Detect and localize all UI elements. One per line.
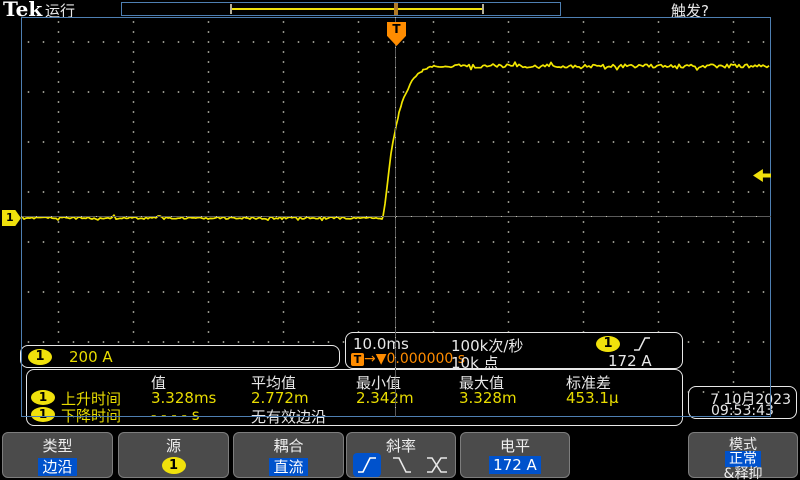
menu-button-type[interactable]: 类型 边沿: [2, 432, 113, 478]
menu-button-coupling[interactable]: 耦合 直流: [233, 432, 344, 478]
menu-coupling-label: 耦合: [234, 435, 343, 456]
meas-row2-status: 无有效边沿: [251, 406, 326, 427]
menu-type-value: 边沿: [38, 458, 76, 476]
meas-row2-name: 下降时间: [61, 405, 121, 426]
soft-menu-bar: 类型 边沿 源 1 耦合 直流 斜率: [0, 430, 800, 480]
meas-row1-value: 3.328ms: [151, 389, 216, 407]
measurement-table: 值 平均值 最小值 最大值 标准差 1 上升时间 3.328ms 2.772m …: [26, 369, 683, 426]
trigger-source-badge: 1: [596, 336, 620, 352]
trigger-t-icon: T: [351, 353, 364, 366]
time-text: 09:53:43: [711, 403, 774, 419]
menu-level-label: 电平: [461, 435, 569, 456]
menu-button-mode[interactable]: 模式 正常 &释抑: [688, 432, 798, 478]
menu-button-level[interactable]: 电平 172 A: [460, 432, 570, 478]
meas-row2-channel-badge: 1: [31, 407, 55, 422]
menu-coupling-value: 直流: [269, 458, 307, 476]
slope-both-icon[interactable]: [423, 453, 451, 477]
trigger-time-offset: T→▼0.000000 s: [351, 351, 465, 367]
channel-readout-bar: 1 200 A: [20, 345, 340, 368]
meas-row2-value: - - - - s: [151, 406, 200, 424]
oscilloscope-screen: Tek 运行 触发? T 1 1 200 A 10.0ms T→▼0.00000…: [0, 0, 800, 480]
timebase-readout-box: 10.0ms T→▼0.000000 s 100k次/秒 10k 点 1 172…: [345, 332, 683, 369]
slope-rising-icon[interactable]: [353, 453, 381, 477]
channel-scale: 200 A: [69, 348, 113, 366]
meas-row1-max: 3.328m: [459, 389, 517, 407]
menu-button-slope[interactable]: 斜率: [346, 432, 456, 478]
trigger-slope-icon: [633, 336, 651, 352]
datetime-box: 7 10月2023 09:53:43: [688, 386, 797, 419]
trigger-level-value: 172 A: [608, 352, 652, 370]
menu-type-label: 类型: [3, 435, 112, 456]
menu-button-source[interactable]: 源 1: [118, 432, 229, 478]
channel-badge: 1: [28, 349, 52, 365]
meas-row1-std: 453.1µ: [566, 389, 619, 407]
slope-falling-icon[interactable]: [388, 453, 416, 477]
menu-source-channel-badge: 1: [162, 457, 186, 474]
menu-level-value: 172 A: [489, 456, 541, 474]
meas-row1-channel-badge: 1: [31, 390, 55, 405]
menu-mode-value2: &释抑: [689, 463, 797, 480]
meas-row1-min: 2.342m: [356, 389, 414, 407]
meas-row1-mean: 2.772m: [251, 389, 309, 407]
menu-source-label: 源: [119, 435, 228, 456]
